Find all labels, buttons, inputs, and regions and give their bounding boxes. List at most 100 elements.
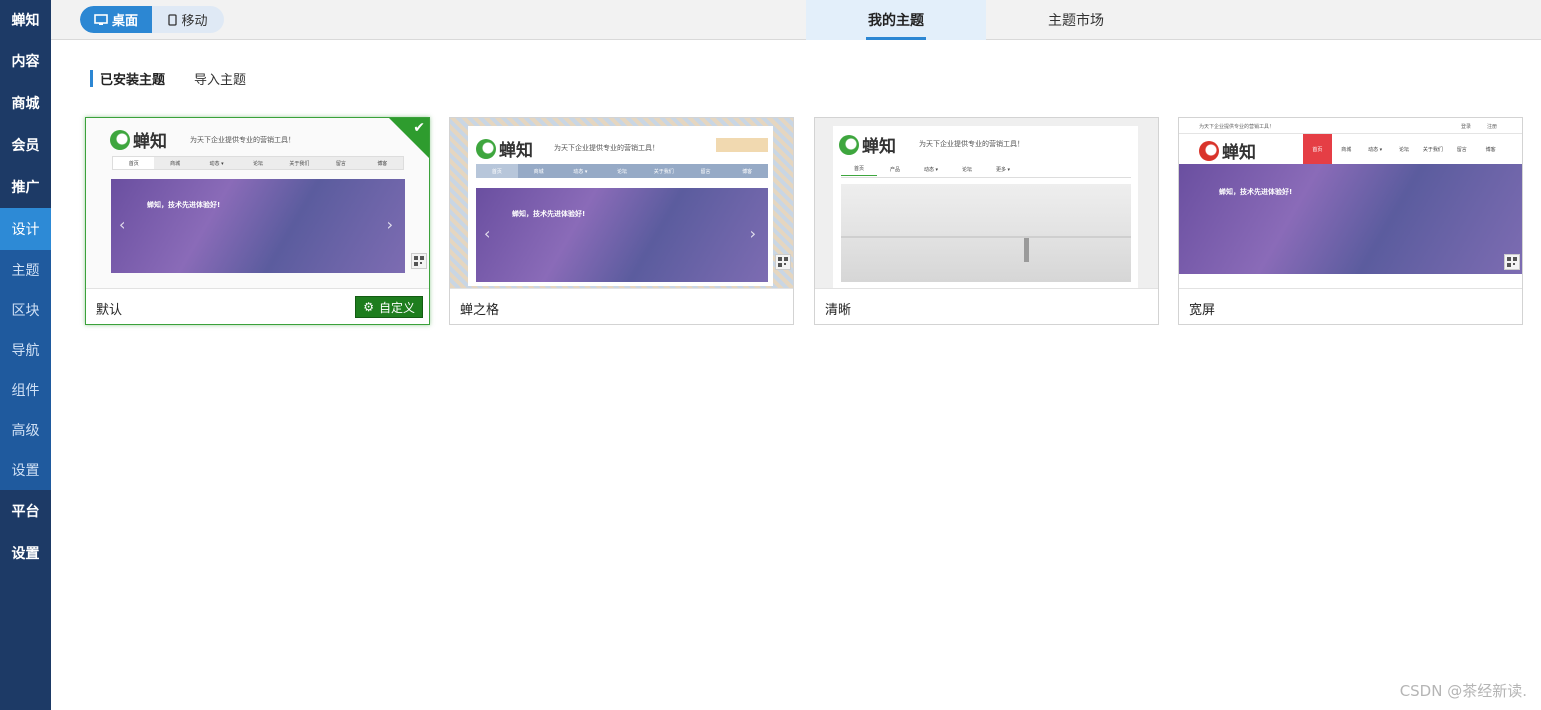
logo-icon bbox=[839, 134, 859, 155]
theme-subtabs: 已安装主题 导入主题 bbox=[90, 68, 246, 88]
sidebar-item-promote[interactable]: 推广 bbox=[0, 166, 51, 208]
theme-card-chanzhige[interactable]: 蝉知 为天下企业提供专业的营销工具！ 首页 商城 动态 ▾ 论坛 关于我们 留言… bbox=[449, 117, 794, 325]
sidebar-item-settings[interactable]: 设置 bbox=[0, 532, 51, 574]
tab-active-underline bbox=[866, 37, 926, 40]
subtab-installed-themes[interactable]: 已安装主题 bbox=[100, 69, 165, 88]
sidebar-item-content[interactable]: 内容 bbox=[0, 40, 51, 82]
theme-preview-default: 蝉知 为天下企业提供专业的营销工具！ 首页 商城 动态 ▾ 论坛 关于我们 留言… bbox=[86, 118, 429, 288]
qrcode-icon bbox=[1504, 254, 1520, 270]
theme-preview-clear: 蝉知 为天下企业提供专业的营销工具！ 首页 产品 动态 ▾ 论坛 更多 ▾ bbox=[815, 118, 1158, 288]
watermark: CSDN @茶经新读. bbox=[1399, 682, 1527, 700]
theme-name: 默认 bbox=[96, 303, 123, 318]
tab-theme-market-label: 主题市场 bbox=[1048, 13, 1104, 29]
subtab-active-indicator bbox=[90, 69, 93, 87]
sidebar-item-navigation[interactable]: 导航 bbox=[0, 330, 51, 370]
preview-nav-item: 首页 bbox=[476, 164, 518, 178]
gear-icon: ⚙ bbox=[363, 300, 374, 314]
tab-my-themes-label: 我的主题 bbox=[868, 13, 924, 29]
sidebar-item-components[interactable]: 组件 bbox=[0, 370, 51, 410]
preview-slogan: 为天下企业提供专业的营销工具！ bbox=[190, 136, 295, 144]
preview-register: 注册 bbox=[1487, 124, 1498, 130]
chevron-right-icon: › bbox=[386, 215, 393, 234]
sidebar-item-advanced[interactable]: 高级 bbox=[0, 410, 51, 450]
preview-nav-item: 论坛 bbox=[252, 160, 263, 167]
theme-card-default[interactable]: 蝉知 为天下企业提供专业的营销工具！ 首页 商城 动态 ▾ 论坛 关于我们 留言… bbox=[85, 117, 430, 325]
theme-card-wide[interactable]: 为天下企业提供专业的营销工具！ 登录 注册 蝉知 首页 商城 动态 ▾ 论坛 关… bbox=[1178, 117, 1523, 325]
preview-nav: 首页 产品 动态 ▾ 论坛 更多 ▾ bbox=[841, 162, 1021, 176]
preview-figure bbox=[1024, 238, 1029, 262]
logo-icon bbox=[1199, 140, 1219, 161]
preview-nav-item: 产品 bbox=[889, 166, 900, 173]
preview-nav-item: 博客 bbox=[377, 160, 388, 167]
preview-nav-item: 动态 ▾ bbox=[573, 168, 588, 175]
customize-label: 自定义 bbox=[378, 300, 415, 315]
preview-nav-item: 论坛 bbox=[961, 166, 972, 173]
preview-slogan: 为天下企业提供专业的营销工具！ bbox=[919, 140, 1024, 148]
preview-nav-item: 首页 bbox=[113, 157, 155, 169]
preview-banner bbox=[841, 184, 1131, 282]
preview-banner: 蝉知，技术先进体验好! ‹ › bbox=[476, 188, 768, 282]
tab-my-themes[interactable]: 我的主题 bbox=[806, 0, 986, 40]
preview-login-box bbox=[716, 138, 768, 152]
preview-nav: 首页 商城 动态 ▾ 论坛 关于我们 留言 博客 bbox=[112, 156, 404, 170]
sidebar: 蝉知 内容 商城 会员 推广 设计 主题 区块 导航 组件 高级 设置 平台 设… bbox=[0, 0, 51, 710]
preview-nav-item: 首页 bbox=[841, 162, 877, 176]
app-root: 蝉知 内容 商城 会员 推广 设计 主题 区块 导航 组件 高级 设置 平台 设… bbox=[0, 0, 1541, 710]
theme-card-footer: 蝉之格 bbox=[450, 288, 793, 324]
preview-nav-item: 博客 bbox=[742, 168, 753, 175]
theme-name: 宽屏 bbox=[1189, 303, 1216, 318]
theme-name: 清晰 bbox=[825, 303, 852, 318]
preview-nav-item: 留言 bbox=[335, 160, 346, 167]
device-switch: 桌面 移动 bbox=[80, 6, 224, 33]
check-icon: ✔ bbox=[413, 120, 425, 136]
preview-logo: 蝉知 bbox=[1199, 138, 1256, 163]
sidebar-item-design-settings[interactable]: 设置 bbox=[0, 450, 51, 490]
preview-logo: 蝉知 bbox=[110, 127, 167, 152]
preview-nav: 首页 商城 动态 ▾ 论坛 关于我们 留言 博客 bbox=[1303, 134, 1505, 164]
preview-nav-item: 关于我们 bbox=[1422, 146, 1443, 153]
sidebar-item-design[interactable]: 设计 bbox=[0, 208, 51, 250]
preview-nav-item: 博客 bbox=[1485, 146, 1496, 153]
customize-button[interactable]: ⚙ 自定义 bbox=[355, 296, 423, 318]
preview-login: 登录 bbox=[1461, 124, 1472, 130]
sidebar-item-blocks[interactable]: 区块 bbox=[0, 290, 51, 330]
preview-logo-text: 蝉知 bbox=[1222, 143, 1256, 163]
sidebar-item-shop[interactable]: 商城 bbox=[0, 82, 51, 124]
preview-logo-text: 蝉知 bbox=[862, 137, 896, 157]
desktop-mode-button[interactable]: 桌面 bbox=[80, 6, 152, 33]
preview-slogan: 为天下企业提供专业的营销工具！ bbox=[554, 144, 659, 152]
theme-preview-chanzhige: 蝉知 为天下企业提供专业的营销工具！ 首页 商城 动态 ▾ 论坛 关于我们 留言… bbox=[450, 118, 793, 288]
preview-nav-item: 关于我们 bbox=[289, 160, 310, 167]
sidebar-item-platform[interactable]: 平台 bbox=[0, 490, 51, 532]
preview-nav-item: 留言 bbox=[1456, 146, 1467, 153]
preview-logo-text: 蝉知 bbox=[499, 141, 533, 161]
monitor-icon bbox=[94, 13, 108, 25]
preview-nav-item: 更多 ▾ bbox=[995, 166, 1011, 173]
tab-theme-market[interactable]: 主题市场 bbox=[986, 0, 1166, 40]
preview-nav-item: 商城 bbox=[533, 168, 544, 175]
chevron-right-icon: › bbox=[749, 224, 756, 243]
logo-icon bbox=[476, 138, 496, 159]
mobile-mode-button[interactable]: 移动 bbox=[152, 6, 224, 33]
preview-banner-title: 蝉知，技术先进体验好! bbox=[1219, 188, 1293, 196]
sidebar-item-member[interactable]: 会员 bbox=[0, 124, 51, 166]
preview-nav-item: 论坛 bbox=[1399, 146, 1410, 153]
theme-card-clear[interactable]: 蝉知 为天下企业提供专业的营销工具！ 首页 产品 动态 ▾ 论坛 更多 ▾ 清晰 bbox=[814, 117, 1159, 325]
desktop-mode-label: 桌面 bbox=[111, 14, 138, 29]
sidebar-item-theme[interactable]: 主题 bbox=[0, 250, 51, 290]
preview-banner: 蝉知，技术先进体验好! bbox=[1179, 164, 1522, 274]
theme-name: 蝉之格 bbox=[460, 303, 500, 318]
preview-logo: 蝉知 bbox=[839, 132, 896, 157]
top-bar: 桌面 移动 我的主题 主题市场 bbox=[51, 0, 1541, 40]
chevron-left-icon: ‹ bbox=[484, 224, 491, 243]
qrcode-icon bbox=[411, 253, 427, 269]
preview-nav-item: 关于我们 bbox=[653, 168, 674, 175]
preview-nav-item: 留言 bbox=[700, 168, 711, 175]
subtab-import-theme[interactable]: 导入主题 bbox=[194, 69, 246, 88]
preview-logo-text: 蝉知 bbox=[133, 132, 167, 152]
preview-divider bbox=[841, 177, 1131, 178]
sidebar-item-chanzhi[interactable]: 蝉知 bbox=[0, 0, 51, 40]
preview-nav-item: 动态 ▾ bbox=[209, 160, 224, 167]
preview-banner-title: 蝉知，技术先进体验好! bbox=[147, 201, 221, 209]
mobile-mode-label: 移动 bbox=[181, 14, 208, 29]
